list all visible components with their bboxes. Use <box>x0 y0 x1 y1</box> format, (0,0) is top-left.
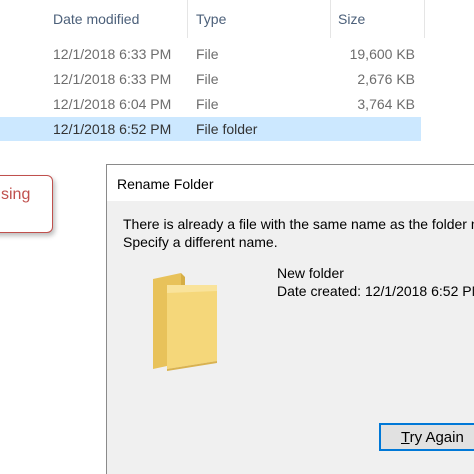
file-row[interactable]: 12/1/2018 6:33 PM File 2,676 KB <box>0 67 421 91</box>
type-cell: File folder <box>196 121 258 137</box>
rename-folder-dialog: Rename Folder There is already a file wi… <box>106 164 474 474</box>
try-again-button[interactable]: Try Again <box>379 423 474 451</box>
column-header-type[interactable]: Type <box>196 11 226 27</box>
date-modified-cell: 12/1/2018 6:04 PM <box>53 96 172 112</box>
column-header-size[interactable]: Size <box>338 11 365 27</box>
type-cell: File <box>196 46 219 62</box>
dialog-titlebar[interactable]: Rename Folder <box>107 165 474 201</box>
screenshot-root: Date modified Type Size 12/1/2018 6:33 P… <box>0 0 474 474</box>
size-cell: 3,764 KB <box>357 96 415 112</box>
file-row[interactable]: 12/1/2018 6:04 PM File 3,764 KB <box>0 92 421 116</box>
dialog-title: Rename Folder <box>117 176 214 192</box>
folder-icon <box>153 273 217 371</box>
date-modified-cell: 12/1/2018 6:52 PM <box>53 121 172 137</box>
column-divider[interactable] <box>330 0 331 38</box>
size-cell: 2,676 KB <box>357 71 415 87</box>
date-modified-cell: 12/1/2018 6:33 PM <box>53 71 172 87</box>
dialog-message-line1: There is already a file with the same na… <box>123 216 474 232</box>
column-divider[interactable] <box>424 0 425 38</box>
date-modified-cell: 12/1/2018 6:33 PM <box>53 46 172 62</box>
item-name-label: New folder <box>277 265 344 281</box>
folder-row-selected[interactable]: 12/1/2018 6:52 PM File folder <box>0 117 421 141</box>
column-header-date-modified[interactable]: Date modified <box>53 11 139 27</box>
type-cell: File <box>196 96 219 112</box>
dialog-message-line2: Specify a different name. <box>123 234 278 250</box>
type-cell: File <box>196 71 219 87</box>
date-created-label: Date created: 12/1/2018 6:52 PM <box>277 283 474 299</box>
size-cell: 19,600 KB <box>349 46 415 62</box>
annotation-callout: sing <box>0 175 53 233</box>
column-divider[interactable] <box>187 0 188 38</box>
column-header-bar: Date modified Type Size <box>0 0 474 38</box>
callout-text: sing <box>1 186 31 203</box>
try-again-button-label: Try Again <box>401 429 464 446</box>
file-row[interactable]: 12/1/2018 6:33 PM File 19,600 KB <box>0 42 421 66</box>
